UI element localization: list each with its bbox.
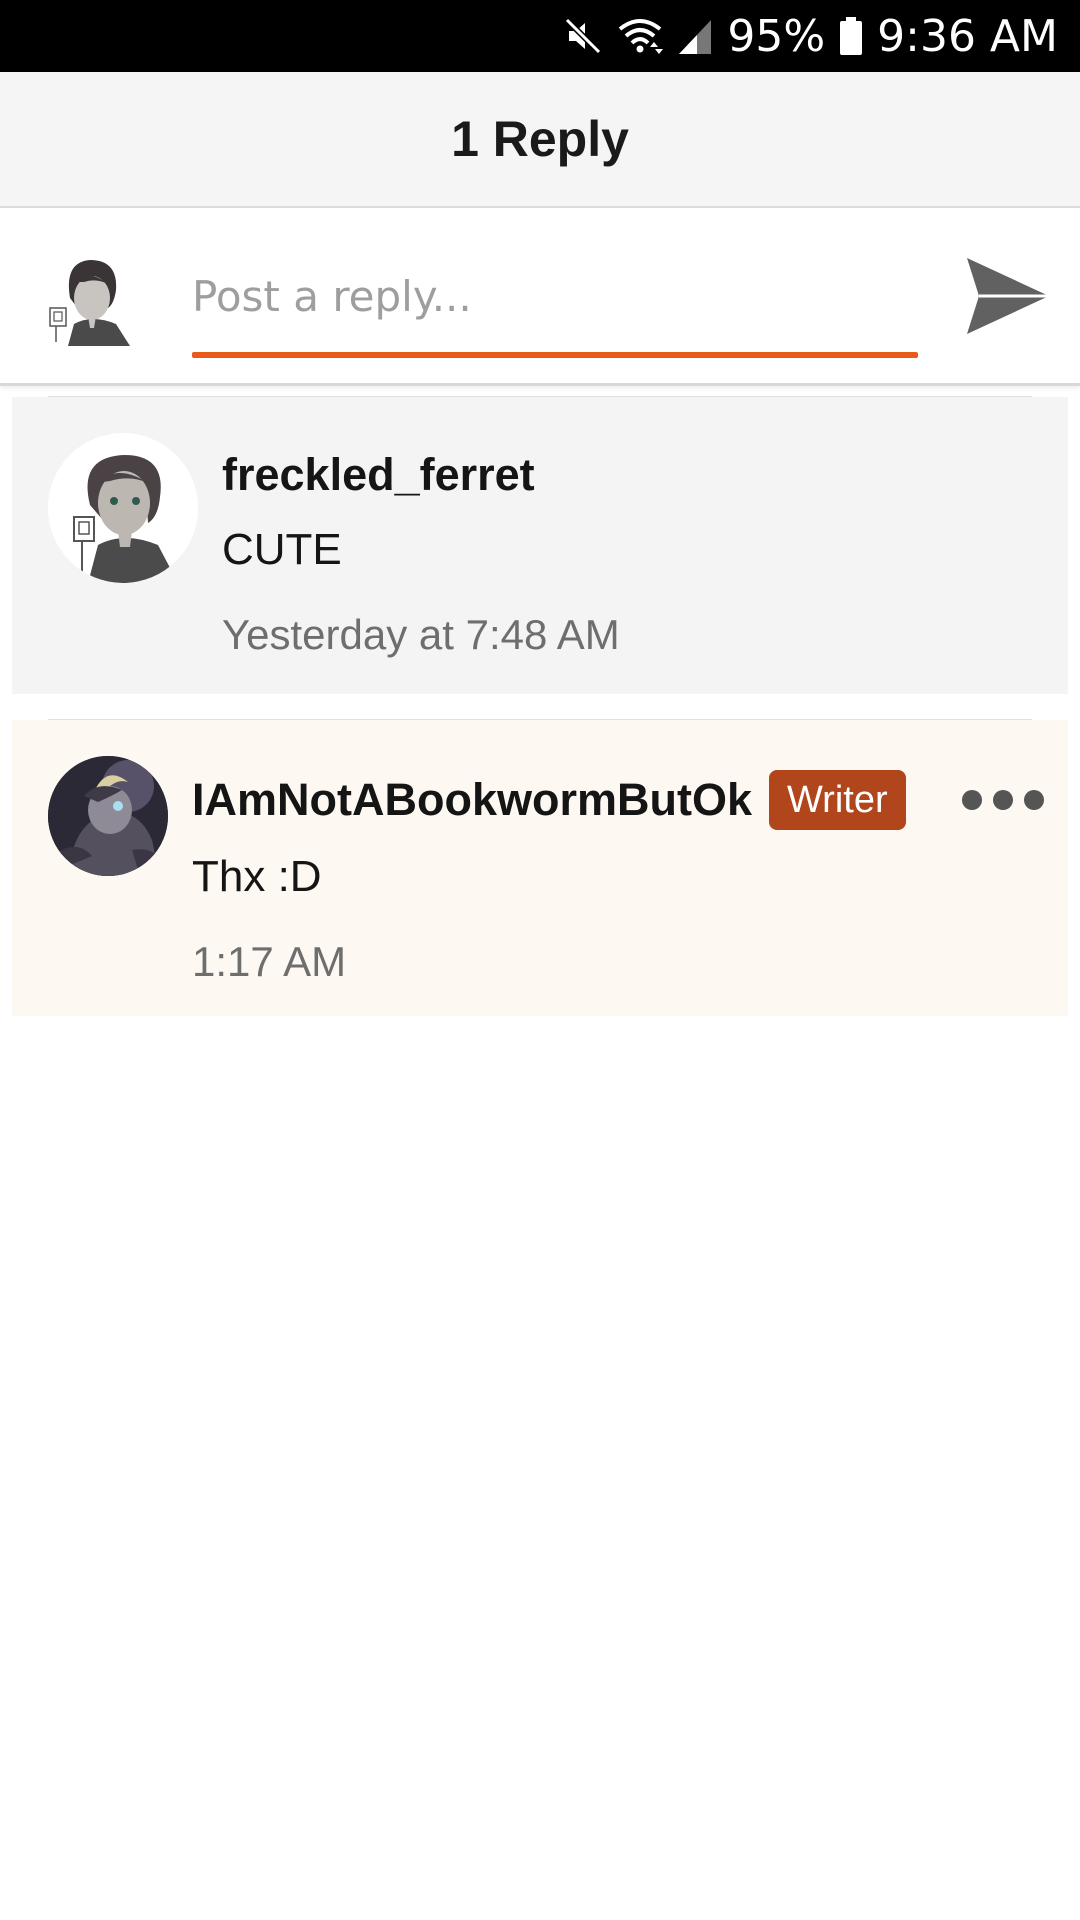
signal-icon bbox=[677, 16, 713, 56]
wifi-icon bbox=[617, 16, 664, 56]
reply-input-underline bbox=[192, 352, 918, 358]
battery-icon bbox=[839, 16, 863, 56]
comment-text: Thx :D bbox=[192, 852, 322, 901]
status-bar: 95% 9:36 AM bbox=[0, 0, 1080, 72]
header: 1 Reply bbox=[0, 72, 1080, 208]
avatar[interactable] bbox=[48, 433, 198, 583]
timestamp: Yesterday at 7:48 AM bbox=[222, 611, 620, 658]
send-icon bbox=[965, 256, 1051, 341]
comment-card: IAmNotABookwormButOk Writer Thx :D 1:17 … bbox=[12, 720, 1068, 1016]
timestamp: 1:17 AM bbox=[192, 938, 347, 985]
more-icon bbox=[962, 790, 982, 810]
reply-input[interactable] bbox=[192, 258, 918, 334]
writer-badge: Writer bbox=[769, 770, 906, 830]
reply-composer bbox=[0, 210, 1080, 386]
mute-icon bbox=[563, 16, 603, 56]
username[interactable]: freckled_ferret bbox=[222, 449, 535, 501]
send-button[interactable] bbox=[958, 254, 1058, 342]
battery-percent: 95% bbox=[727, 10, 826, 62]
page-title: 1 Reply bbox=[451, 111, 629, 167]
more-icon-dot bbox=[1024, 790, 1044, 810]
current-user-avatar bbox=[44, 254, 136, 346]
comment-card: freckled_ferret CUTE Yesterday at 7:48 A… bbox=[12, 397, 1068, 694]
clock: 9:36 AM bbox=[877, 10, 1058, 62]
avatar[interactable] bbox=[48, 756, 168, 876]
more-icon-dot bbox=[993, 790, 1013, 810]
username[interactable]: IAmNotABookwormButOk bbox=[192, 774, 752, 826]
more-options-button[interactable] bbox=[962, 782, 1044, 818]
comment-text: CUTE bbox=[222, 525, 342, 574]
status-indicators: 95% 9:36 AM bbox=[563, 0, 1058, 72]
